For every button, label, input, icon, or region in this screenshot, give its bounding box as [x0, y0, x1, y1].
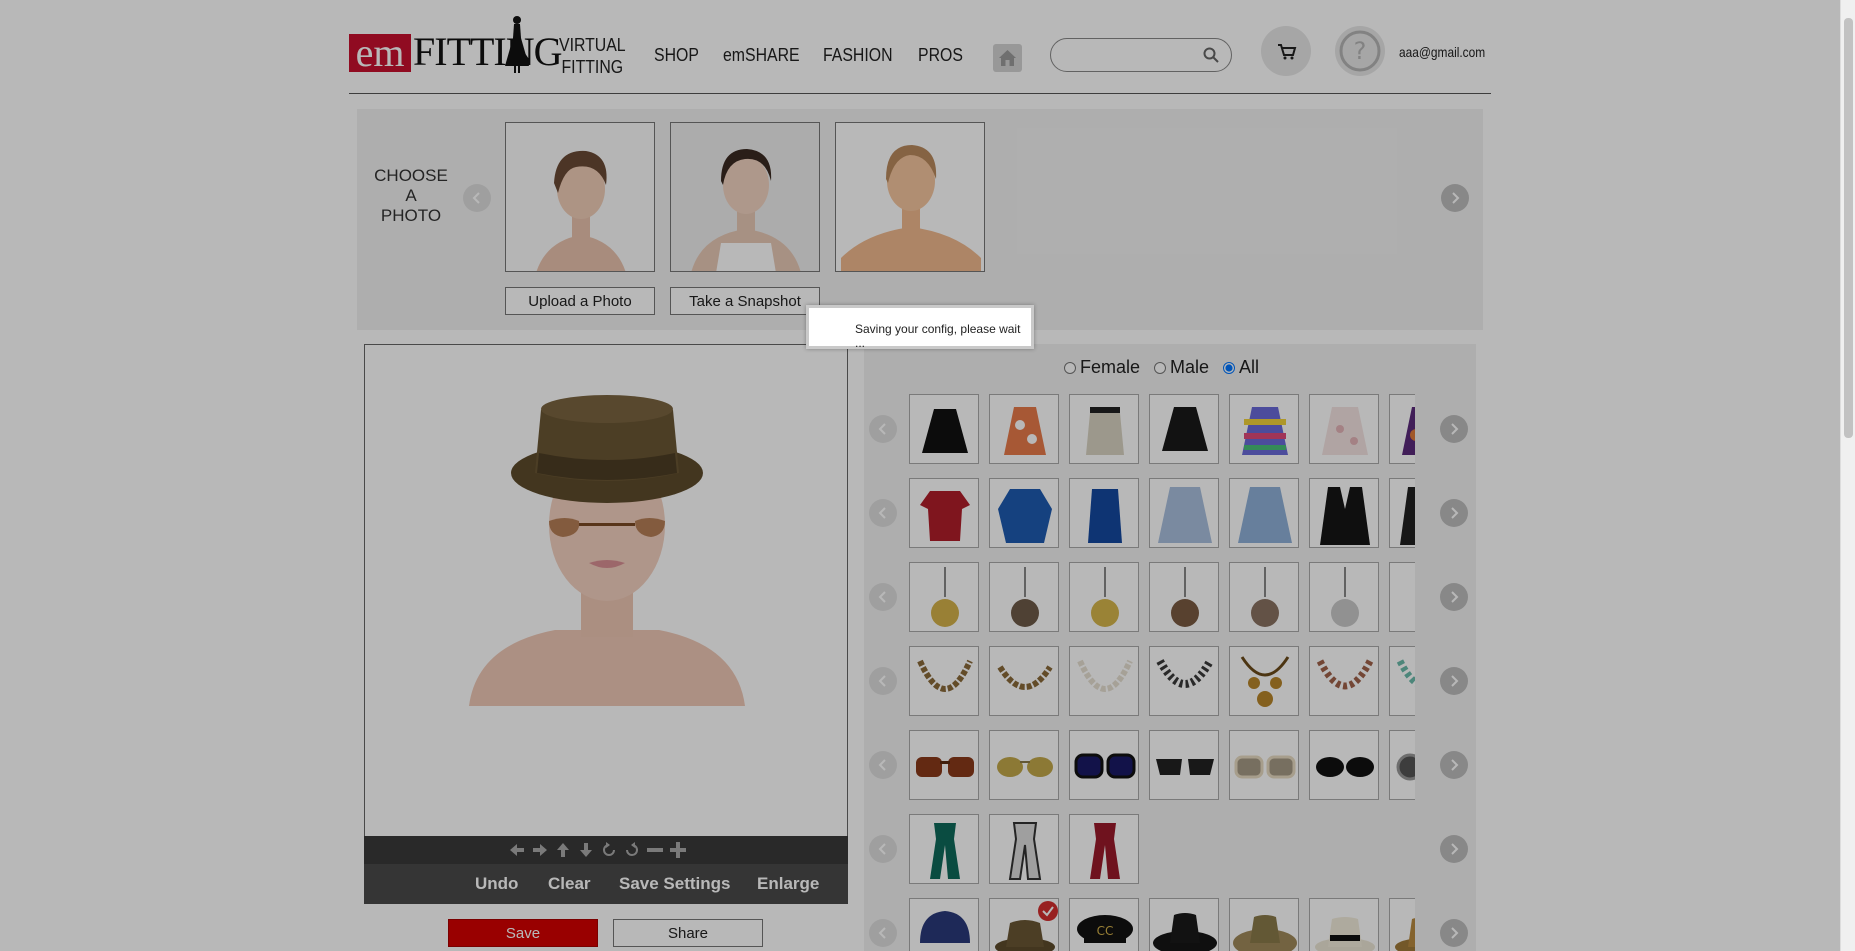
scrollbar-thumb[interactable]	[1844, 18, 1853, 438]
saving-message: Saving your config, please wait ...	[855, 322, 1021, 350]
saving-dialog: Saving your config, please wait ...	[806, 305, 1034, 350]
page-scrollbar[interactable]	[1840, 0, 1855, 951]
modal-backdrop	[0, 0, 1840, 951]
